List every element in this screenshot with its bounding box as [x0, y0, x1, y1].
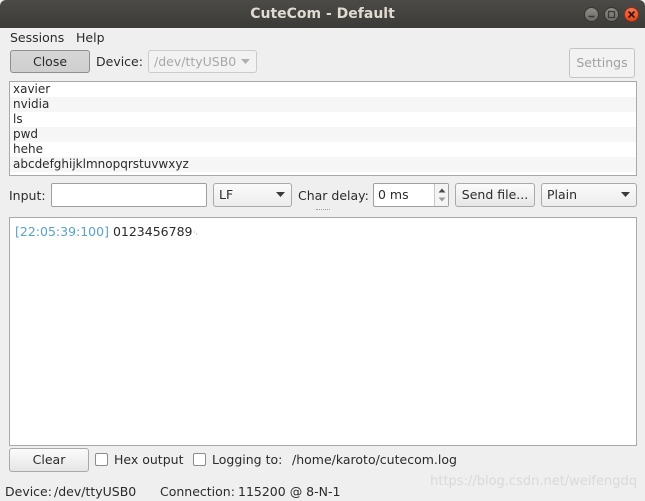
line-feed-glyph: ␊: [192, 229, 199, 238]
spinbox-stepper[interactable]: [434, 184, 448, 206]
chevron-down-icon: [241, 59, 250, 64]
send-file-button[interactable]: Send file...: [455, 183, 535, 207]
list-item[interactable]: pwd: [10, 127, 636, 142]
window-title: CuteCom - Default: [250, 6, 395, 22]
close-icon: [627, 10, 636, 19]
close-port-button[interactable]: Close: [10, 50, 90, 73]
list-item[interactable]: hehe: [10, 142, 636, 157]
line-ending-value: LF: [219, 187, 234, 202]
device-label: Device:: [96, 54, 143, 69]
device-combo[interactable]: /dev/ttyUSB0: [148, 50, 257, 73]
window-titlebar: CuteCom - Default: [0, 0, 645, 28]
spin-arrows-icon: [438, 188, 446, 202]
char-delay-value: 0 ms: [378, 187, 409, 202]
watermark: https://blog.csdn.net/weifengdq: [430, 474, 637, 489]
maximize-button[interactable]: [604, 7, 619, 22]
status-connection-value: 115200 @ 8-N-1: [238, 484, 341, 499]
status-device-value: /dev/ttyUSB0: [54, 484, 137, 499]
serial-output-area[interactable]: [22:05:39:100] 0123456789␊: [9, 217, 637, 446]
hex-output-label: Hex output: [114, 452, 184, 467]
char-delay-spinbox[interactable]: 0 ms: [373, 183, 449, 207]
status-device-label: Device:: [5, 484, 52, 499]
char-delay-label: Char delay:: [298, 188, 369, 203]
output-mode-value: Plain: [547, 187, 578, 202]
command-history-list[interactable]: xavier nvidia ls pwd hehe abcdefghijklmn…: [9, 81, 637, 176]
list-item[interactable]: ls: [10, 112, 636, 127]
minimize-icon: [588, 15, 595, 18]
hex-output-checkbox[interactable]: [95, 453, 108, 466]
list-item[interactable]: xavier: [10, 82, 636, 97]
chevron-down-icon: [621, 192, 630, 197]
splitter-handle[interactable]: [316, 209, 330, 212]
close-window-button[interactable]: [624, 7, 639, 22]
list-item[interactable]: nvidia: [10, 97, 636, 112]
minimize-button[interactable]: [584, 7, 599, 22]
maximize-icon: [607, 10, 616, 19]
chevron-down-icon: [276, 192, 285, 197]
clear-button[interactable]: Clear: [9, 448, 89, 472]
input-label: Input:: [9, 188, 46, 203]
output-timestamp: [22:05:39:100]: [15, 224, 109, 239]
input-field[interactable]: [51, 183, 207, 207]
menubar: Sessions Help: [0, 28, 645, 48]
device-combo-value: /dev/ttyUSB0: [154, 54, 237, 69]
settings-button[interactable]: Settings: [569, 48, 635, 78]
output-mode-select[interactable]: Plain: [541, 183, 637, 207]
logging-label: Logging to:: [212, 452, 283, 467]
status-connection-label: Connection:: [160, 484, 235, 499]
output-text: 0123456789: [112, 224, 193, 239]
logging-checkbox[interactable]: [193, 453, 206, 466]
line-ending-select[interactable]: LF: [213, 183, 292, 207]
list-item[interactable]: abcdefghijklmnopqrstuvwxyz: [10, 157, 636, 172]
menu-sessions[interactable]: Sessions: [10, 30, 64, 45]
output-line: [22:05:39:100] 0123456789␊: [15, 224, 199, 239]
log-path: /home/karoto/cutecom.log: [292, 452, 457, 467]
menu-help[interactable]: Help: [76, 30, 105, 45]
